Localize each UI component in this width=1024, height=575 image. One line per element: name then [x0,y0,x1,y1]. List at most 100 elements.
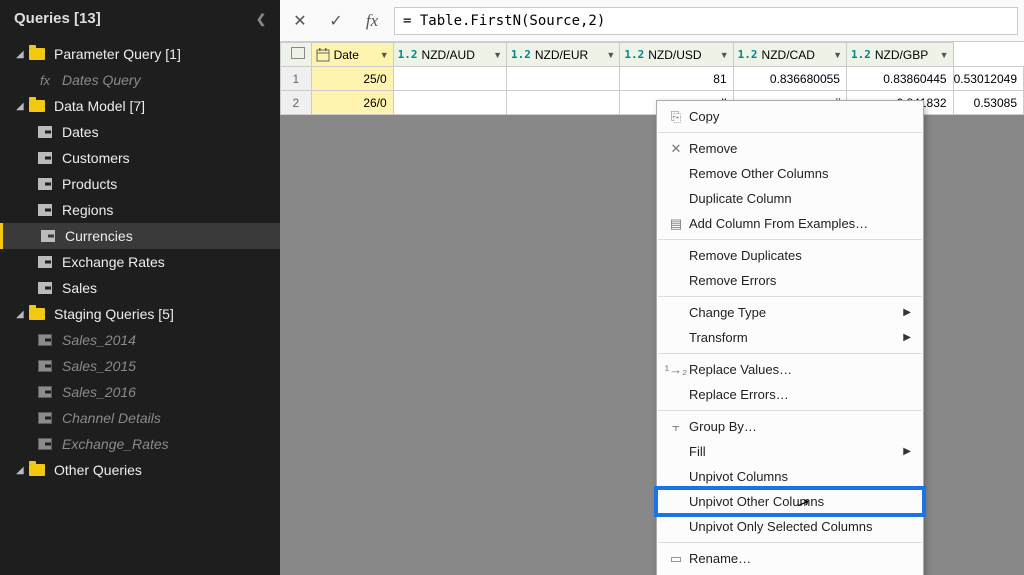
context-menu-item[interactable]: Transform▶ [657,325,923,350]
menu-separator [658,410,922,411]
column-header[interactable]: 1.2NZD/GBP▼ [846,43,953,67]
collapse-sidebar-icon[interactable]: ❮ [256,12,266,26]
expand-icon: ◢ [16,309,28,320]
context-menu-item[interactable]: Remove Duplicates [657,243,923,268]
context-menu-item[interactable]: ⎘Copy [657,104,923,129]
sidebar-item[interactable]: Customers [0,145,280,171]
menu-item-label: Unpivot Columns [689,469,911,484]
context-menu-item[interactable]: Unpivot Only Selected Columns [657,514,923,539]
item-label: Products [62,176,117,192]
column-header[interactable]: 1.2NZD/EUR▼ [507,43,620,67]
context-menu-item[interactable]: ⫟Group By… [657,414,923,439]
context-menu-item[interactable]: Duplicate Column [657,186,923,211]
menu-separator [658,239,922,240]
sidebar-item[interactable]: Sales_2016 [0,379,280,405]
sidebar-title: Queries [13] [14,10,101,27]
sidebar-item[interactable]: Dates [0,119,280,145]
sidebar-item[interactable]: Sales_2015 [0,353,280,379]
submenu-arrow-icon: ▶ [903,307,911,318]
filter-dropdown-icon[interactable]: ▼ [720,50,729,60]
context-menu-item[interactable]: ¹→₂Replace Values… [657,357,923,382]
menu-item-label: Add Column From Examples… [689,216,911,231]
sidebar-item[interactable]: Regions [0,197,280,223]
filter-dropdown-icon[interactable]: ▼ [606,50,615,60]
menu-item-label: Fill [689,444,903,459]
sidebar-item[interactable]: Exchange_Rates [0,431,280,457]
type-icon: 1.2 [398,48,418,61]
column-name: NZD/GBP [871,48,940,62]
column-header[interactable]: 1.2NZD/USD▼ [620,43,733,67]
context-menu-item[interactable]: Move▶ [657,571,923,575]
table-icon [36,150,54,166]
row-number[interactable]: 1 [281,67,312,91]
context-menu-item[interactable]: Fill▶ [657,439,923,464]
sidebar-group[interactable]: ◢Other Queries [0,457,280,483]
sidebar-item[interactable]: Products [0,171,280,197]
menu-separator [658,132,922,133]
cell[interactable]: 0.836680055 [733,67,846,91]
sidebar-item[interactable]: Sales_2014 [0,327,280,353]
sidebar-item[interactable]: Channel Details [0,405,280,431]
table-icon [36,176,54,192]
sidebar-group[interactable]: ◢ Data Model [7] [0,93,280,119]
cancel-formula-button[interactable]: ✕ [286,7,314,35]
menu-item-icon: ✕ [663,141,689,157]
filter-dropdown-icon[interactable]: ▼ [833,50,842,60]
context-menu-item[interactable]: ▭Rename… [657,546,923,571]
cell[interactable]: 25/0 [311,67,393,91]
apply-formula-button[interactable]: ✓ [322,7,350,35]
cell[interactable]: 81 [620,67,733,91]
fx-icon[interactable]: fx [358,7,386,35]
menu-item-icon: ¹→₂ [663,362,689,377]
context-menu-item[interactable]: Unpivot Other Columns [657,489,923,514]
context-menu-item[interactable]: ▤Add Column From Examples… [657,211,923,236]
type-icon: 1.2 [624,48,644,61]
cell[interactable]: 26/0 [311,91,393,115]
column-header[interactable]: Date▼ [311,43,393,67]
item-label: Dates Query [62,72,141,88]
column-name: NZD/USD [644,48,720,62]
sidebar-item[interactable]: Sales [0,275,280,301]
context-menu-item[interactable]: Unpivot Columns [657,464,923,489]
cell[interactable] [393,91,506,115]
group-label: Data Model [7] [54,98,145,114]
context-menu-item[interactable]: Replace Errors… [657,382,923,407]
cell[interactable]: 0.53012049 [953,67,1023,91]
sidebar-item[interactable]: Exchange Rates [0,249,280,275]
column-name: NZD/EUR [531,48,607,62]
filter-dropdown-icon[interactable]: ▼ [940,50,949,60]
cell[interactable]: 0.83860445 [846,67,953,91]
select-all-cell[interactable] [281,43,312,67]
menu-item-label: Duplicate Column [689,191,911,206]
filter-dropdown-icon[interactable]: ▼ [380,50,389,60]
cell[interactable] [393,67,506,91]
expand-icon: ◢ [16,101,28,112]
menu-item-label: Change Type [689,305,903,320]
cell[interactable] [507,67,620,91]
context-menu-item[interactable]: Remove Errors [657,268,923,293]
row-number[interactable]: 2 [281,91,312,115]
context-menu-item[interactable]: ✕Remove [657,136,923,161]
sidebar-header[interactable]: Queries [13] ❮ [0,0,280,37]
sidebar-item[interactable]: fxDates Query [0,67,280,93]
context-menu-item[interactable]: Change Type▶ [657,300,923,325]
formula-input[interactable] [394,7,1018,35]
group-label: Staging Queries [5] [54,306,174,322]
table-icon [36,254,54,270]
cell[interactable] [507,91,620,115]
menu-item-icon: ▭ [663,551,689,567]
queries-sidebar: Queries [13] ❮ ◢Parameter Query [1]fxDat… [0,0,280,575]
table-icon [39,228,57,244]
filter-dropdown-icon[interactable]: ▼ [493,50,502,60]
cell[interactable]: 0.53085 [953,91,1023,115]
sidebar-item[interactable]: Currencies [0,223,280,249]
item-label: Sales [62,280,97,296]
column-header[interactable]: 1.2NZD/AUD▼ [393,43,506,67]
column-header[interactable]: 1.2NZD/CAD▼ [733,43,846,67]
sidebar-group[interactable]: ◢Parameter Query [1] [0,41,280,67]
menu-item-label: Copy [689,109,911,124]
type-icon: 1.2 [511,48,531,61]
sidebar-group[interactable]: ◢ Staging Queries [5] [0,301,280,327]
context-menu-item[interactable]: Remove Other Columns [657,161,923,186]
table-icon [36,436,54,452]
